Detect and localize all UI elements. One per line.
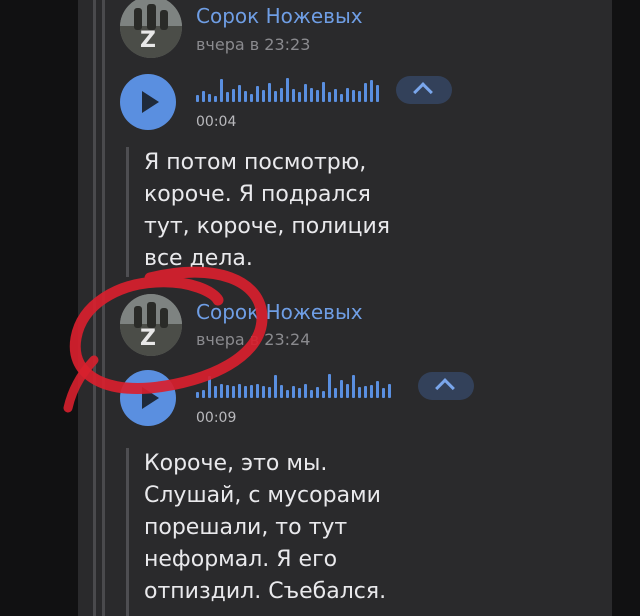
red-annotation-circle [63, 266, 268, 413]
